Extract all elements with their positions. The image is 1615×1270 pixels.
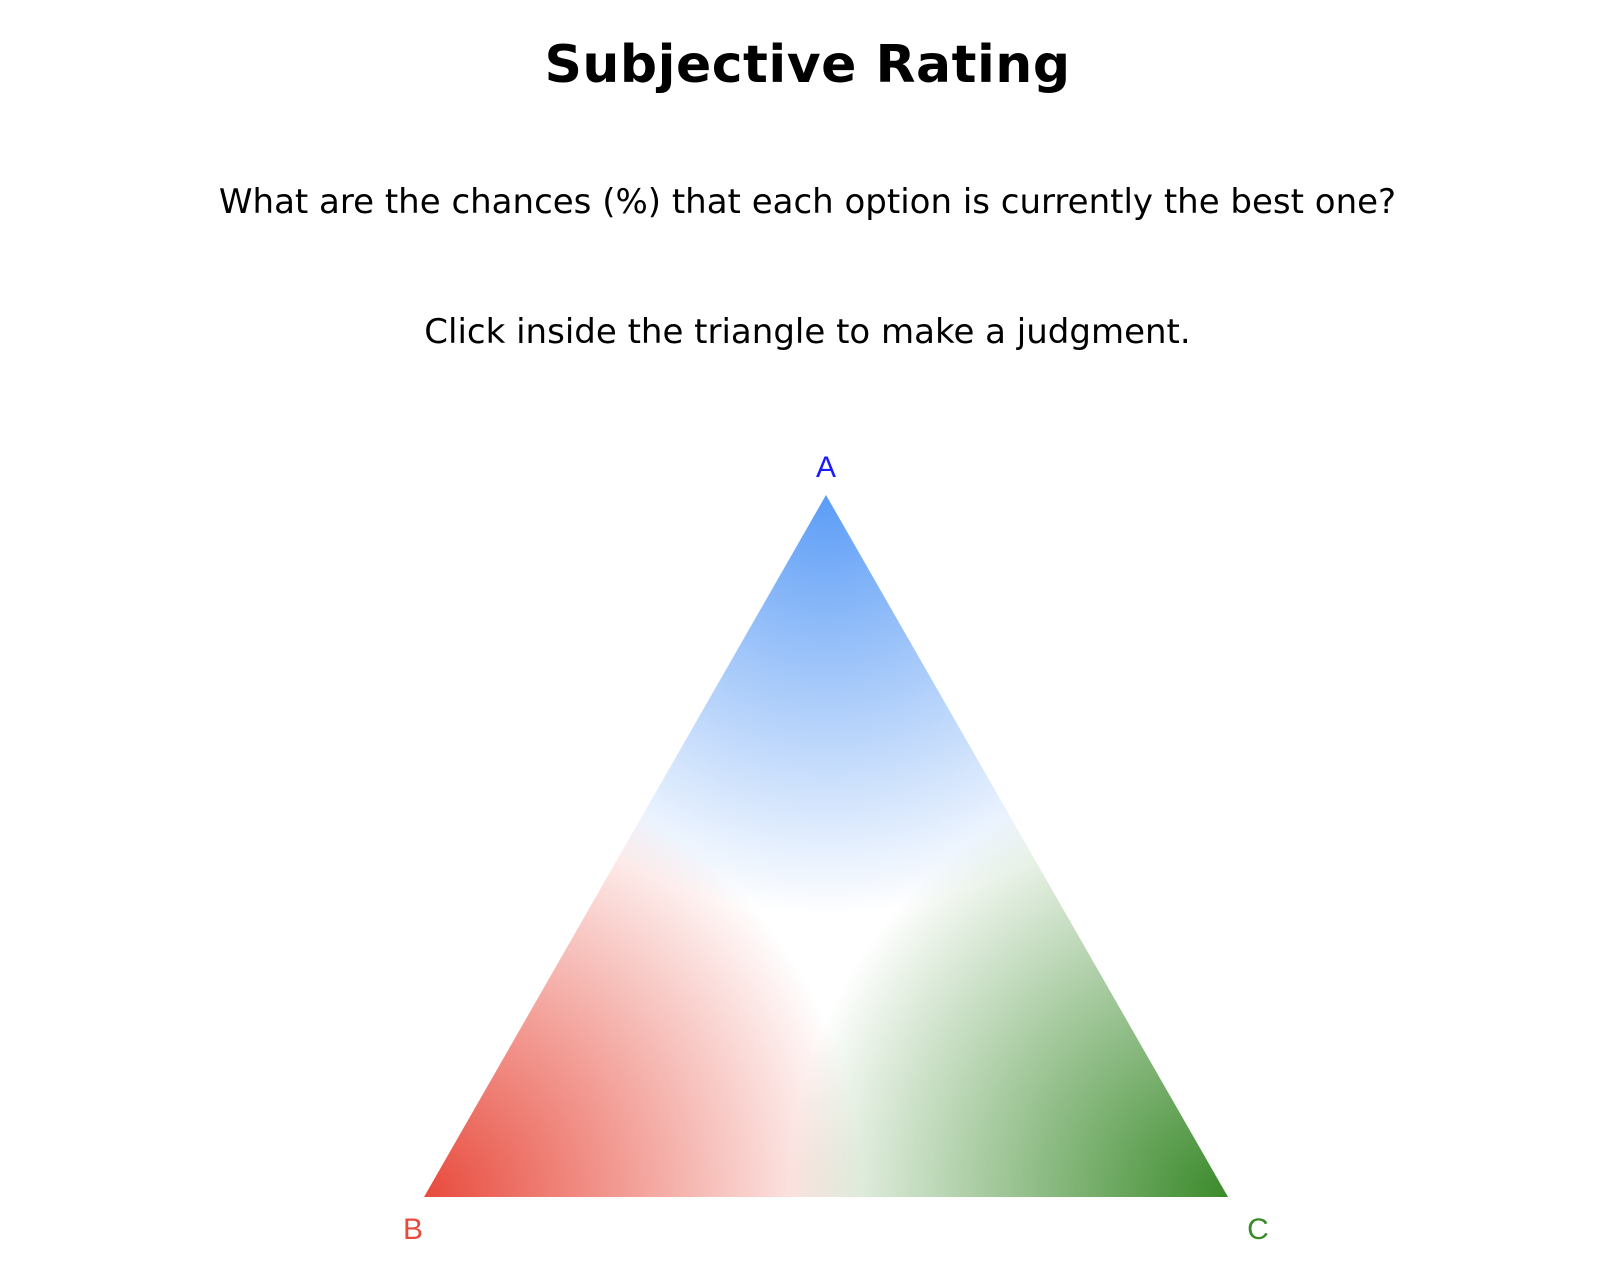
vertex-label-b: B bbox=[403, 1213, 423, 1246]
vertex-label-a: A bbox=[816, 451, 836, 484]
rating-triangle-area: A B C bbox=[0, 0, 1615, 1270]
rating-triangle-svg[interactable]: A B C bbox=[0, 0, 1615, 1270]
triangle-fill[interactable] bbox=[400, 480, 1250, 1210]
vertex-label-c: C bbox=[1247, 1213, 1269, 1246]
